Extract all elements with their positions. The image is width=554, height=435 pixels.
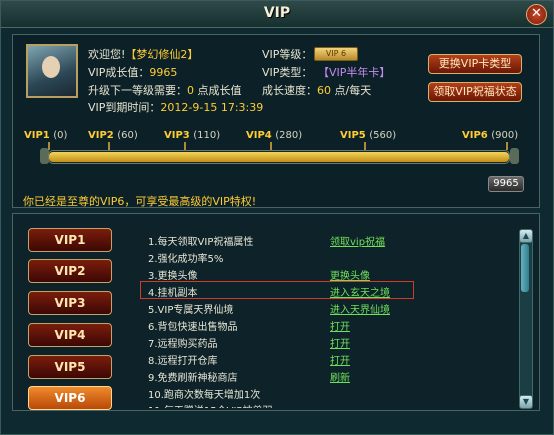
progress-tick <box>184 142 186 150</box>
avatar <box>26 44 78 98</box>
privilege-item: 1.每天领取VIP祝福属性 <box>148 237 254 248</box>
close-icon[interactable]: ✕ <box>526 4 547 25</box>
tab-vip4[interactable]: VIP4 <box>28 323 112 347</box>
vip-progress-bar <box>48 150 510 164</box>
upgrade-label: 升级下一等级需要： <box>88 84 187 97</box>
avatar-face <box>42 56 60 78</box>
progress-tick <box>48 142 50 150</box>
privilege-action-link[interactable]: 进入天界仙境 <box>330 301 390 316</box>
change-vip-type-button[interactable]: 更换VIP卡类型 <box>428 54 522 74</box>
privilege-item: 7.远程购买药品 <box>148 339 218 350</box>
speed-value: 60 <box>317 84 331 97</box>
upgrade-suffix: 点成长值 <box>197 84 242 97</box>
username: 【梦幻修仙2】 <box>125 48 199 61</box>
progress-tick <box>108 142 110 150</box>
privilege-item: 8.远程打开仓库 <box>148 356 218 367</box>
privilege-item: 2.强化成功率5% <box>148 254 224 265</box>
tab-vip1[interactable]: VIP1 <box>28 228 112 252</box>
expiry-value: 2012-9-15 17:3:39 <box>160 101 264 114</box>
privilege-item: 10.跑商次数每天增加1次 <box>148 390 261 401</box>
scroll-up-icon[interactable]: ▲ <box>519 229 533 243</box>
privilege-item: 11.每天赠送15个VIP神兽羽 <box>148 402 272 408</box>
vip-progress-fill <box>49 152 509 162</box>
tab-vip2[interactable]: VIP2 <box>28 259 112 283</box>
scroll-thumb[interactable] <box>521 244 529 292</box>
privilege-action-link[interactable]: 刷新 <box>330 369 350 384</box>
speed-label: 成长速度： <box>262 84 317 97</box>
upgrade-line: 升级下一等级需要：0 点成长值 <box>88 82 242 98</box>
upgrade-value: 0 <box>187 84 194 97</box>
speed-line: 成长速度：60 点/每天 <box>262 82 371 98</box>
privilege-action-link[interactable]: 更换头像 <box>330 267 370 282</box>
tab-vip3[interactable]: VIP3 <box>28 291 112 315</box>
claim-vip-blessing-button[interactable]: 领取VIP祝福状态 <box>428 82 522 102</box>
welcome-line: 欢迎您!【梦幻修仙2】 <box>88 46 198 62</box>
privilege-action-link[interactable]: 打开 <box>330 318 350 333</box>
growth-value: 9965 <box>149 66 178 79</box>
privilege-item: 3.更换头像 <box>148 271 198 282</box>
tab-vip6[interactable]: VIP6 <box>28 386 112 410</box>
level-marker-vip4: VIP4 (280) <box>246 130 303 141</box>
expiry-line: VIP到期时间：2012-9-15 17:3:39 <box>88 99 263 115</box>
privilege-item: 5.VIP专属天界仙境 <box>148 305 234 316</box>
level-marker-vip5: VIP5 (560) <box>340 130 397 141</box>
progress-right-cap <box>510 148 519 164</box>
window-title: VIP <box>263 5 291 21</box>
title-bar: VIP ✕ <box>1 1 553 28</box>
privilege-action-link[interactable]: 打开 <box>330 352 350 367</box>
growth-line: VIP成长值：9965 <box>88 64 177 80</box>
expiry-label: VIP到期时间： <box>88 101 161 114</box>
growth-label: VIP成长值： <box>88 66 150 79</box>
level-marker-vip2: VIP2 (60) <box>88 130 138 141</box>
privilege-item: 6.背包快速出售物品 <box>148 322 238 333</box>
privilege-action-link[interactable]: 进入玄天之境 <box>330 284 390 299</box>
privilege-item: 9.免费刷新神秘商店 <box>148 373 238 384</box>
speed-suffix: 点/每天 <box>334 84 372 97</box>
progress-tick <box>506 142 508 150</box>
scroll-down-icon[interactable]: ▼ <box>519 395 533 409</box>
privilege-action-link[interactable]: 领取vip祝福 <box>330 233 385 248</box>
welcome-text: 欢迎您! <box>88 48 126 61</box>
vip-level-badge: VIP 6 <box>314 47 358 61</box>
level-marker-vip6: VIP6 (900) <box>462 130 519 141</box>
growth-counter: 9965 <box>488 176 524 192</box>
privilege-item: 4.挂机副本 <box>148 288 198 299</box>
level-marker-vip1: VIP1 (0) <box>24 130 68 141</box>
level-marker-vip3: VIP3 (110) <box>164 130 221 141</box>
tab-vip5[interactable]: VIP5 <box>28 355 112 379</box>
level-label: VIP等级： <box>262 48 313 61</box>
vip-notice: 你已经是至尊的VIP6，可享受最高级的VIP特权! <box>23 195 257 208</box>
privilege-action-link[interactable]: 打开 <box>330 335 350 350</box>
progress-tick <box>364 142 366 150</box>
progress-tick <box>270 142 272 150</box>
type-label: VIP类型： <box>262 66 313 79</box>
vip-type-value: 【VIP半年卡】 <box>318 66 391 79</box>
